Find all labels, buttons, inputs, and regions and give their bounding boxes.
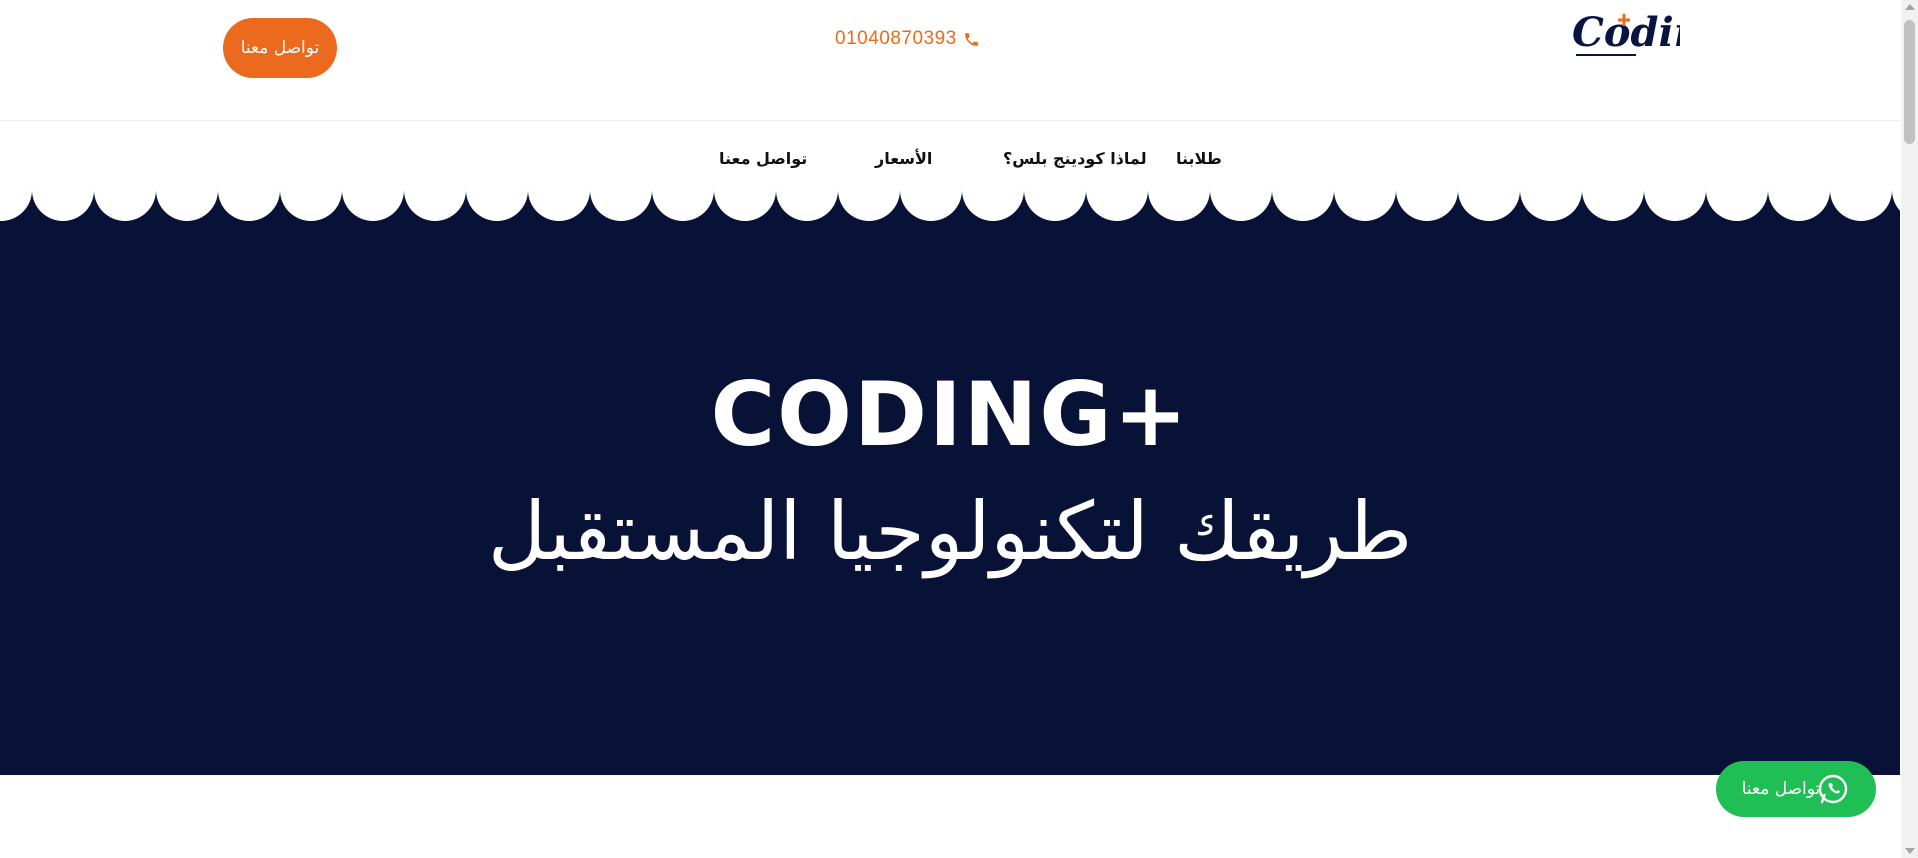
phone-number: 01040870393 (835, 28, 957, 49)
scrollbar-thumb[interactable] (1904, 20, 1915, 144)
whatsapp-label: تواصل معنا (1741, 779, 1821, 799)
phone-icon (963, 31, 980, 48)
nav-item-students[interactable]: طلابنا (1176, 144, 1222, 174)
whatsapp-contact-button[interactable]: تواصل معنا (1716, 761, 1876, 817)
scroll-up-arrow-icon[interactable] (1905, 4, 1915, 10)
nav-item-prices[interactable]: الأسعار (875, 144, 932, 174)
phone-contact[interactable]: 01040870393 (835, 26, 980, 52)
wave-divider (0, 190, 1900, 226)
svg-text:Coding: Coding (1572, 9, 1680, 56)
whatsapp-icon (1816, 772, 1850, 806)
scroll-down-arrow-icon[interactable] (1905, 848, 1915, 854)
nav-item-why-coding-plus[interactable]: لماذا كودينج بلس؟ (1003, 144, 1147, 174)
hero-tagline: طريقك لتكنولوجيا المستقبل (487, 485, 1413, 578)
logo-image: Coding (1572, 9, 1680, 56)
hero-brand-title: CODING+ (710, 363, 1190, 466)
contact-us-button[interactable]: تواصل معنا (223, 18, 337, 78)
nav-item-contact[interactable]: تواصل معنا (719, 144, 807, 174)
logo[interactable]: Coding (1568, 8, 1680, 64)
